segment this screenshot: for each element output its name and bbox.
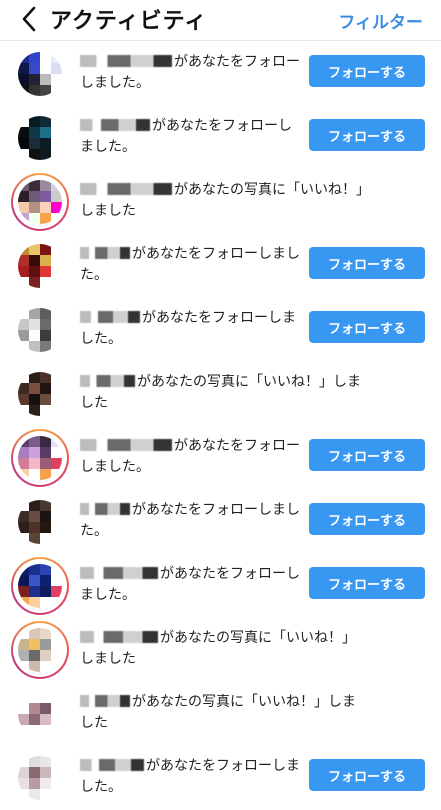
activity-text: があなたをフォローしました。	[80, 308, 300, 350]
page-title: アクティビティ	[50, 9, 208, 34]
activity-text: があなたの写真に「いいね！」しました	[80, 628, 365, 670]
avatar[interactable]	[14, 304, 66, 356]
activity-item[interactable]: があなたの写真に「いいね！」しました	[0, 682, 441, 746]
blurred-username[interactable]	[80, 247, 130, 259]
activity-item[interactable]: があなたをフォローしました。 フォローする	[0, 106, 441, 170]
blurred-username[interactable]	[80, 375, 135, 387]
avatar[interactable]	[14, 240, 66, 292]
activity-item[interactable]: があなたをフォローしました。 フォローする	[0, 746, 441, 810]
follow-button[interactable]: フォローする	[309, 119, 425, 151]
header: アクティビティ フィルター	[0, 0, 441, 41]
blurred-username[interactable]	[80, 311, 140, 323]
back-button[interactable]	[14, 4, 44, 34]
blurred-username[interactable]	[80, 759, 144, 771]
avatar[interactable]	[14, 688, 66, 740]
blurred-username[interactable]	[80, 631, 158, 643]
avatar-image	[18, 244, 62, 288]
activity-item[interactable]: があなたの写真に「いいね！」しました	[0, 618, 441, 682]
activity-text: があなたをフォローしました。	[80, 244, 300, 286]
avatar[interactable]	[14, 752, 66, 804]
avatar[interactable]	[11, 621, 69, 679]
avatar-image	[18, 564, 62, 608]
avatar[interactable]	[11, 429, 69, 487]
activity-text: があなたをフォローしました。	[80, 52, 300, 94]
activity-item[interactable]: があなたをフォローしました。 フォローする	[0, 42, 441, 106]
blurred-username[interactable]	[80, 503, 130, 515]
activity-text: があなたをフォローしました。	[80, 564, 300, 606]
avatar[interactable]	[11, 173, 69, 231]
activity-text: があなたをフォローしました。	[80, 436, 300, 478]
activity-item[interactable]: があなたの写真に「いいね！」しました	[0, 362, 441, 426]
blurred-username[interactable]	[80, 55, 172, 67]
filter-button[interactable]: フィルター	[338, 8, 423, 33]
blurred-username[interactable]	[80, 183, 172, 195]
blurred-username[interactable]	[80, 567, 158, 579]
activity-text: があなたをフォローしました。	[80, 756, 300, 798]
follow-button[interactable]: フォローする	[309, 55, 425, 87]
avatar-image	[18, 436, 62, 480]
activity-text: があなたの写真に「いいね！」しました	[80, 692, 365, 734]
avatar[interactable]	[11, 557, 69, 615]
activity-item[interactable]: があなたをフォローしました。 フォローする	[0, 554, 441, 618]
avatar-image	[18, 52, 62, 96]
avatar-image	[18, 756, 62, 800]
chevron-left-icon	[22, 6, 36, 32]
follow-button[interactable]: フォローする	[309, 247, 425, 279]
blurred-username[interactable]	[80, 695, 130, 707]
avatar[interactable]	[14, 48, 66, 100]
activity-text: があなたの写真に「いいね！」しました	[80, 372, 365, 414]
avatar[interactable]	[14, 496, 66, 548]
activity-text: があなたの写真に「いいね！」しました	[80, 180, 365, 222]
follow-button[interactable]: フォローする	[309, 759, 425, 791]
avatar-image	[18, 500, 62, 544]
blurred-username[interactable]	[80, 119, 150, 131]
follow-button[interactable]: フォローする	[309, 311, 425, 343]
activity-item[interactable]: があなたをフォローしました。 フォローする	[0, 298, 441, 362]
activity-item[interactable]: があなたをフォローしました。 フォローする	[0, 234, 441, 298]
activity-item[interactable]: があなたをフォローしました。 フォローする	[0, 426, 441, 490]
avatar-image	[18, 628, 62, 672]
avatar[interactable]	[14, 368, 66, 420]
activity-item[interactable]: があなたの写真に「いいね！」しました	[0, 170, 441, 234]
activity-item[interactable]: があなたをフォローしました。 フォローする	[0, 490, 441, 554]
activity-text: があなたをフォローしました。	[80, 116, 300, 158]
avatar-image	[18, 372, 62, 416]
follow-button[interactable]: フォローする	[309, 503, 425, 535]
blurred-username[interactable]	[80, 439, 172, 451]
activity-text: があなたをフォローしました。	[80, 500, 300, 542]
follow-button[interactable]: フォローする	[309, 439, 425, 471]
avatar-image	[18, 308, 62, 352]
avatar[interactable]	[14, 112, 66, 164]
avatar-image	[18, 692, 62, 736]
avatar-image	[18, 180, 62, 224]
follow-button[interactable]: フォローする	[309, 567, 425, 599]
avatar-image	[18, 116, 62, 160]
